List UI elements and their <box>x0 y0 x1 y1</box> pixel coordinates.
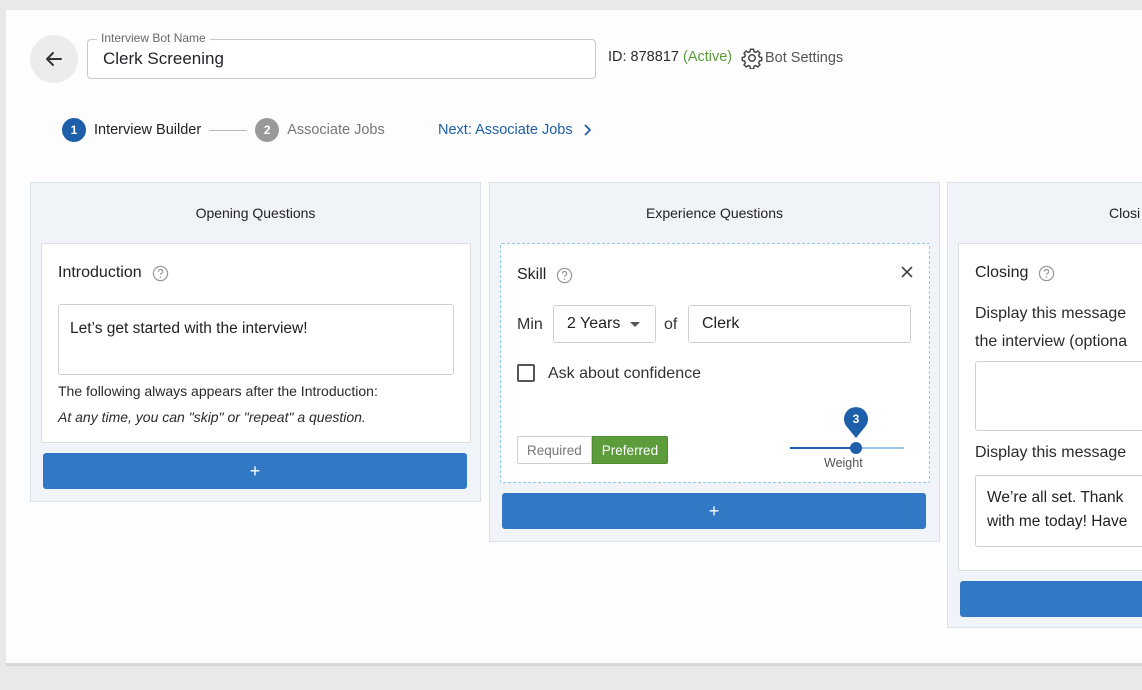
step-1-label[interactable]: Interview Builder <box>94 122 201 138</box>
card-title: Introduction <box>58 264 169 282</box>
weight-value: 3 <box>852 412 860 426</box>
weight-label: Weight <box>824 456 863 470</box>
help-icon[interactable] <box>1038 265 1055 282</box>
experience-questions-column: Experience Questions Skill Min 2 Years o… <box>489 182 940 542</box>
slider-track-rest <box>856 447 904 449</box>
preferred-option[interactable]: Preferred <box>591 436 669 464</box>
closing-display-label-2: Display this message <box>975 444 1127 461</box>
bot-name-field[interactable]: Interview Bot Name <box>87 31 596 79</box>
requirement-toggle: Required Preferred <box>517 436 669 464</box>
add-opening-question-button[interactable]: + <box>43 453 467 489</box>
help-icon[interactable] <box>152 265 169 282</box>
bot-name-legend: Interview Bot Name <box>97 31 210 45</box>
step-2-number: 2 <box>255 118 280 142</box>
closing-text-line-1: We’re all set. Thank <box>987 489 1124 506</box>
back-button[interactable] <box>30 35 78 83</box>
card-title: Closing <box>975 264 1055 282</box>
gear-icon <box>741 48 763 69</box>
closing-display-label-1: Display this message the interview (opti… <box>975 300 1127 356</box>
closing-card: Closing Display this message the intervi… <box>958 243 1142 571</box>
interview-builder-page: Interview Bot Name ID: 878817 (Active) B… <box>6 10 1142 666</box>
bot-settings-button[interactable]: Bot Settings <box>741 47 843 69</box>
status-badge: (Active) <box>682 49 733 65</box>
introduction-title: Introduction <box>58 264 142 281</box>
bot-id-text: ID: 878817 <box>608 49 679 65</box>
closing-questions-column: Closi Closing Display this message the i… <box>947 182 1142 628</box>
add-closing-question-button[interactable] <box>960 581 1142 617</box>
introduction-note-italic: At any time, you can "skip" or "repeat" … <box>58 409 366 425</box>
next-link-label: Next: Associate Jobs <box>438 122 573 138</box>
next-associate-jobs-link[interactable]: Next: Associate Jobs <box>438 122 591 138</box>
closing-message-input[interactable]: We’re all set. Thank with me today! Have <box>975 475 1142 547</box>
years-select-value: 2 Years <box>567 315 621 332</box>
caret-down-icon <box>630 321 641 327</box>
closing-display-line-a: Display this message <box>975 305 1127 322</box>
closing-optional-message-input[interactable] <box>975 361 1142 431</box>
help-icon[interactable] <box>556 267 573 284</box>
skill-card: Skill Min 2 Years of Clerk Ask about con… <box>500 243 930 483</box>
close-icon[interactable] <box>901 266 913 278</box>
skill-input[interactable]: Clerk <box>688 305 911 343</box>
skill-title: Skill <box>517 266 547 283</box>
card-title: Skill <box>517 266 573 284</box>
ask-confidence-checkbox[interactable] <box>517 364 535 382</box>
introduction-message-input[interactable]: Let’s get started with the interview! <box>58 304 454 375</box>
min-label: Min <box>517 316 543 333</box>
stepper: 1 Interview Builder 2 Associate Jobs <box>62 118 385 142</box>
slider-track-filled <box>790 447 856 449</box>
opening-questions-column: Opening Questions Introduction Let’s get… <box>30 182 481 502</box>
arrow-left-icon <box>46 52 62 66</box>
step-connector <box>209 129 248 131</box>
slider-thumb[interactable] <box>850 442 862 454</box>
step-1-number: 1 <box>62 118 86 142</box>
bot-settings-label: Bot Settings <box>765 50 844 66</box>
ask-confidence-label: Ask about confidence <box>548 365 701 382</box>
chevron-right-icon <box>583 124 591 136</box>
column-title: Closi <box>1109 205 1141 221</box>
column-title: Opening Questions <box>195 205 316 221</box>
weight-slider[interactable]: 3 Weight <box>790 407 904 470</box>
introduction-note: The following always appears after the I… <box>58 383 378 399</box>
bot-name-input[interactable] <box>101 48 581 70</box>
closing-title: Closing <box>975 264 1029 281</box>
closing-text-line-2: with me today! Have <box>987 513 1128 530</box>
step-2-label[interactable]: Associate Jobs <box>287 122 385 138</box>
column-title: Experience Questions <box>646 205 783 221</box>
of-label: of <box>664 316 678 333</box>
years-select[interactable]: 2 Years <box>553 305 656 343</box>
add-experience-question-button[interactable]: + <box>502 493 926 529</box>
required-option[interactable]: Required <box>517 436 592 464</box>
bot-id: ID: 878817 (Active) <box>608 49 732 65</box>
introduction-card: Introduction Let’s get started with the … <box>41 243 471 443</box>
closing-display-line-b: the interview (optiona <box>975 333 1128 350</box>
